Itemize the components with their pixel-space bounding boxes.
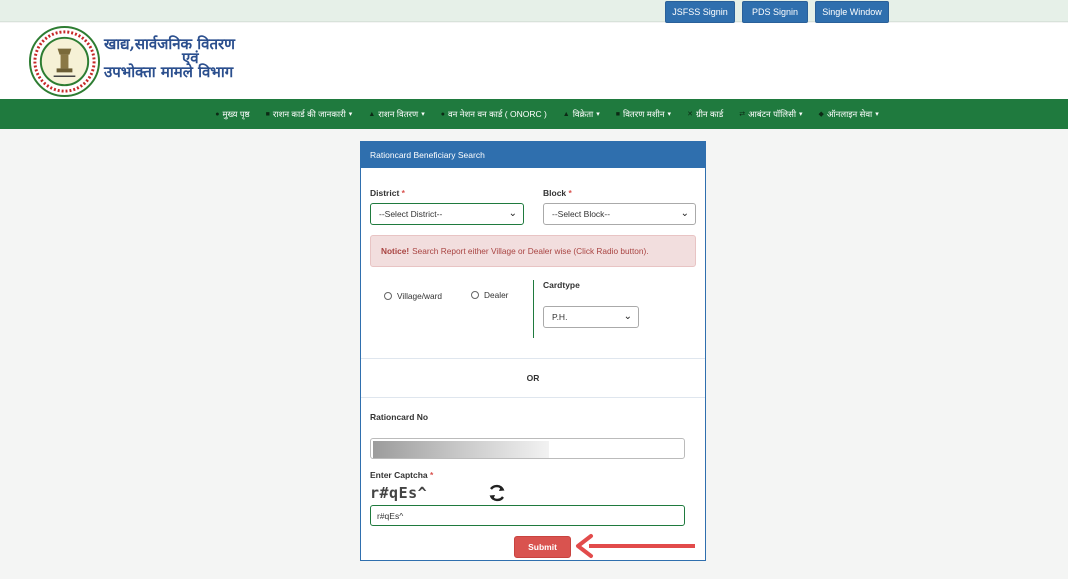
top-strip: JSFSS Signin PDS Signin Single Window (0, 0, 1068, 23)
caret-down-icon: ▾ (799, 111, 803, 118)
jsfss-signin-button[interactable]: JSFSS Signin (665, 1, 735, 23)
redacted-value (373, 441, 549, 458)
rationcard-input[interactable] (370, 438, 685, 459)
main-navigation: ● मुख्य पृष्ठ ■ राशन कार्ड की जानकारी ▾ ▲ रा… (0, 99, 1068, 129)
required-mark: * (401, 188, 405, 198)
notice-alert: Notice! Search Report either Village or … (370, 235, 696, 267)
required-mark: * (430, 470, 434, 480)
radio-dealer-label: Dealer (484, 290, 509, 300)
nav-item-allotment-policy[interactable]: ⇄ आबंटन पॉलिसी ▾ (739, 109, 802, 120)
radio-circle-icon (471, 291, 479, 299)
wand-icon: ✕ (687, 111, 693, 118)
section-divider (533, 280, 534, 338)
district-select-value: --Select District-- (379, 209, 443, 219)
district-label: District * (370, 188, 405, 198)
nav-label: आबंटन पॉलिसी (748, 108, 797, 119)
submit-button[interactable]: Submit (514, 536, 571, 558)
nav-label: मुख्य पृष्ठ (222, 108, 250, 119)
radio-circle-icon (384, 292, 392, 300)
caret-down-icon: ▾ (667, 111, 672, 118)
machine-icon: ■ (615, 110, 620, 118)
nav-label: ऑनलाइन सेवा (826, 108, 873, 119)
nav-item-home[interactable]: ● मुख्य पृष्ठ (215, 109, 249, 120)
title-line-3: उपभोक्ता मामले विभाग (104, 63, 234, 81)
radio-village-ward[interactable]: Village/ward (384, 291, 442, 301)
shield-icon: ◆ (818, 111, 824, 118)
nav-item-distribution-machine[interactable]: ■ वितरण मशीन ▾ (616, 109, 671, 120)
title-line-1: खाद्य,सार्वजनिक वितरण (104, 35, 236, 53)
refresh-captcha-icon[interactable] (487, 483, 507, 503)
captcha-label-text: Enter Captcha (370, 470, 428, 480)
nav-item-rationcard-info[interactable]: ■ राशन कार्ड की जानकारी ▾ (266, 109, 353, 120)
block-label: Block * (543, 188, 572, 198)
card-icon: ■ (265, 110, 270, 118)
notice-heading: Notice! (381, 246, 410, 256)
nav-label: वन नेशन वन कार्ड ( ONORC ) (447, 108, 547, 119)
radio-dealer[interactable]: Dealer (471, 290, 508, 300)
chevron-down-icon: ⌄ (623, 311, 632, 322)
globe-icon: ● (440, 110, 445, 118)
cardtype-select-value: P.H. (552, 312, 568, 322)
beneficiary-search-card: Rationcard Beneficiary Search District *… (360, 141, 706, 561)
nav-item-ration-distribution[interactable]: ▲ राशन वितरण ▾ (368, 109, 424, 120)
block-select-value: --Select Block-- (552, 209, 611, 219)
pds-signin-button[interactable]: PDS Signin (742, 1, 808, 23)
captcha-image: r#qEs^ (370, 484, 428, 502)
annotation-arrow-icon (576, 534, 695, 558)
cardtype-select[interactable]: P.H. ⌄ (543, 306, 639, 328)
chevron-down-icon: ⌄ (680, 208, 689, 219)
cardtype-label: Cardtype (543, 280, 580, 290)
shuffle-icon: ⇄ (739, 111, 746, 118)
or-divider: OR (361, 358, 705, 398)
single-window-button[interactable]: Single Window (815, 1, 889, 23)
nav-label: राशन वितरण (378, 108, 419, 119)
caret-down-icon: ▾ (348, 111, 353, 118)
department-title: खाद्य,सार्वजनिक वितरण एवं उपभोक्ता मामले… (104, 35, 236, 81)
nav-item-onorc[interactable]: ● वन नेशन वन कार्ड ( ONORC ) (441, 109, 547, 120)
caret-down-icon: ▾ (596, 111, 600, 118)
captcha-input[interactable]: r#qEs^ (370, 505, 685, 526)
block-select[interactable]: --Select Block-- ⌄ (543, 203, 696, 225)
caret-down-icon: ▾ (421, 111, 425, 118)
nav-label: राशन कार्ड की जानकारी (272, 108, 346, 119)
required-mark: * (568, 188, 572, 198)
rationcard-label: Rationcard No (370, 412, 429, 422)
user-icon: ▲ (368, 110, 376, 118)
district-select[interactable]: --Select District-- ⌄ (370, 203, 524, 225)
district-label-text: District (370, 188, 400, 198)
nav-item-online-services[interactable]: ◆ ऑनलाइन सेवा ▾ (819, 109, 879, 120)
nav-label: ग्रीन कार्ड (695, 108, 724, 119)
nav-item-green-card[interactable]: ✕ ग्रीन कार्ड (687, 109, 723, 120)
captcha-label: Enter Captcha * (370, 470, 433, 480)
nav-item-dealer[interactable]: ▲ विक्रेता ▾ (563, 109, 600, 120)
caret-down-icon: ▾ (875, 111, 879, 118)
government-emblem-logo[interactable] (28, 25, 101, 98)
home-icon: ● (215, 110, 220, 118)
nav-label: विक्रेता (572, 108, 594, 119)
radio-village-label: Village/ward (397, 291, 443, 301)
site-header: खाद्य,सार्वजनिक वितरण एवं उपभोक्ता मामले… (0, 23, 1068, 99)
chevron-down-icon: ⌄ (508, 208, 517, 219)
user-icon: ▲ (562, 110, 570, 118)
nav-label: वितरण मशीन (623, 108, 665, 119)
block-label-text: Block (543, 188, 567, 198)
notice-text: Search Report either Village or Dealer w… (412, 246, 649, 256)
card-title: Rationcard Beneficiary Search (361, 142, 705, 168)
